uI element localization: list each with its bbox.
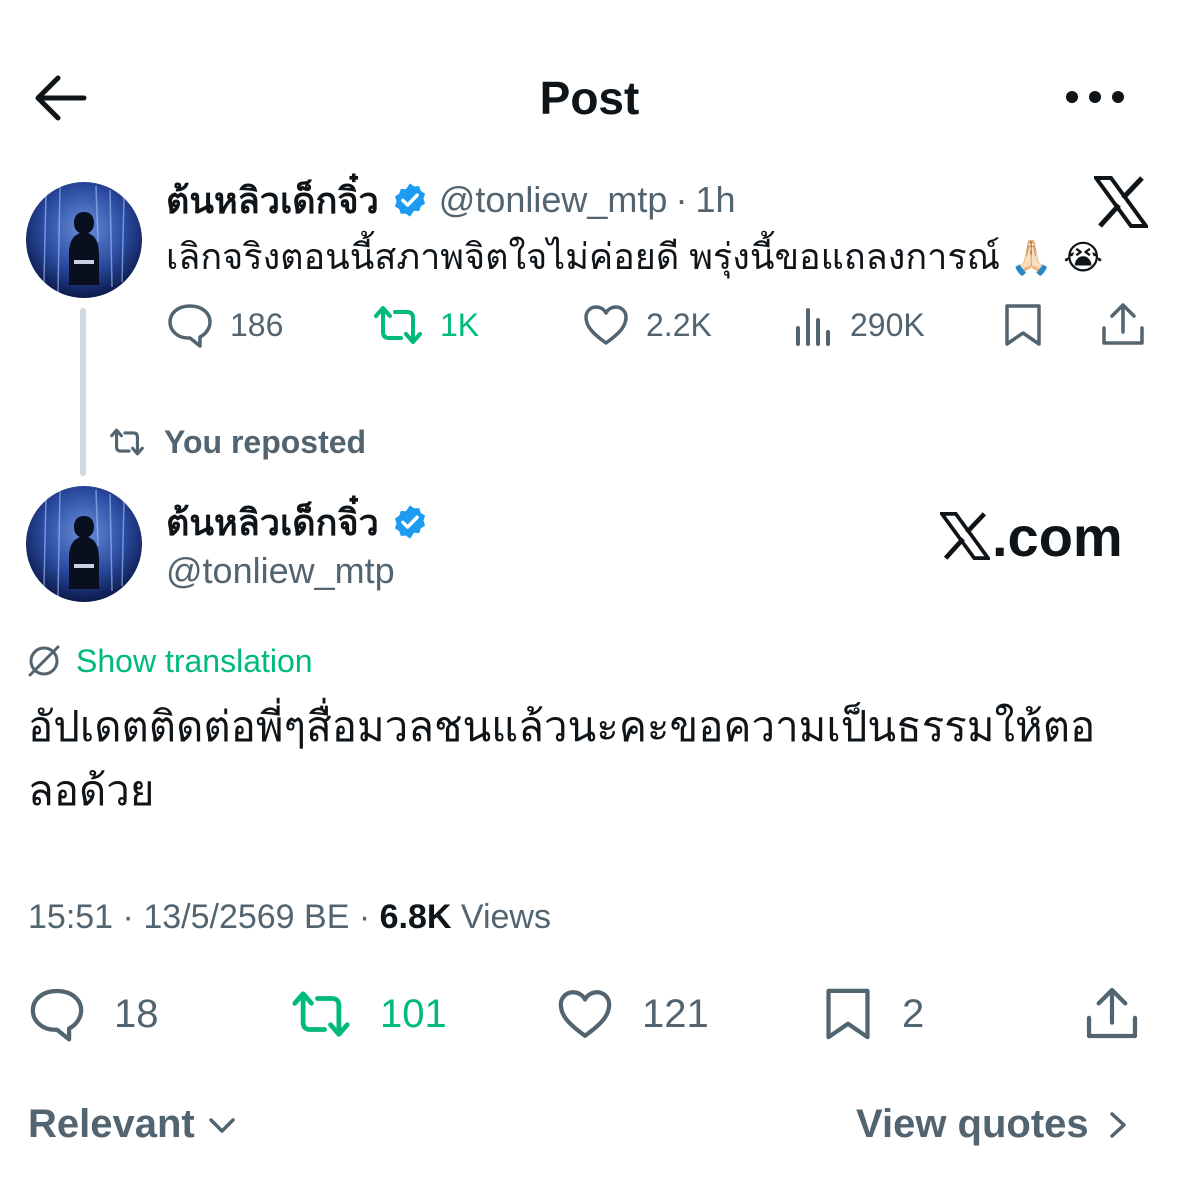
watermark-text: .com [992, 504, 1123, 568]
x-logo-icon [940, 512, 990, 560]
post-text-content: เลิกจริงตอนนี้สภาพจิตใจไม่ค่อยดี พรุ่งนี… [166, 236, 1001, 277]
timestamp[interactable]: 1h [695, 179, 735, 221]
views-icon [796, 308, 830, 346]
thread-line [80, 308, 86, 476]
repost-count: 101 [380, 991, 447, 1036]
share-icon [1102, 303, 1144, 345]
chevron-right-icon [1109, 1111, 1126, 1138]
repost-context: You reposted [108, 420, 366, 464]
repost-icon [374, 306, 422, 344]
reply-icon [30, 988, 84, 1042]
repost-icon [110, 428, 144, 456]
reply-count: 18 [114, 991, 159, 1036]
separator: · [675, 179, 688, 220]
display-name[interactable]: ต้นหลิวเด็กจิ๋ว [166, 172, 379, 229]
display-name[interactable]: ต้นหลิวเด็กจิ๋ว [166, 494, 379, 551]
show-translation-link[interactable]: Show translation [26, 638, 313, 684]
like-count: 2.2K [646, 306, 712, 343]
more-options-button[interactable] [1062, 80, 1128, 114]
verified-badge-icon [394, 183, 425, 217]
share-button[interactable] [1100, 300, 1146, 348]
post-text: เลิกจริงตอนนี้สภาพจิตใจไม่ค่อยดี พรุ่งนี… [166, 228, 1103, 287]
x-com-watermark: .com [940, 504, 1123, 568]
post-body: อัปเดตติดต่อพี่ๆสื่อมวลชนแล้วนะคะขอความเ… [28, 703, 1096, 814]
page-title: Post [539, 72, 640, 124]
reply-count: 186 [230, 306, 284, 343]
reply-icon [168, 304, 212, 348]
like-count: 121 [642, 991, 709, 1036]
view-quotes-label: View quotes [856, 1102, 1089, 1146]
repost-count: 1K [440, 306, 480, 343]
repost-button[interactable]: 1K [372, 302, 479, 348]
post-author-row: ต้นหลิวเด็กจิ๋ว @tonliew_mtp · 1h [166, 172, 735, 228]
post-date[interactable]: 13/5/2569 BE [143, 898, 349, 936]
share-icon [1086, 987, 1138, 1039]
bookmark-button[interactable]: 2 [822, 986, 924, 1042]
repost-label: You reposted [164, 423, 367, 460]
bookmark-count: 2 [902, 991, 925, 1036]
bookmark-icon [826, 988, 870, 1040]
heart-icon [558, 990, 612, 1038]
views-count: 6.8K [379, 898, 452, 936]
more-icon [1066, 91, 1124, 103]
heart-icon [584, 305, 628, 345]
emoji: 🙏🏻 😭 [1010, 238, 1103, 278]
like-button[interactable]: 2.2K [582, 302, 712, 348]
repost-button[interactable]: 101 [290, 986, 447, 1042]
avatar[interactable] [26, 486, 142, 602]
post-time[interactable]: 15:51 [28, 898, 113, 936]
display-name-row: ต้นหลิวเด็กจิ๋ว [166, 494, 439, 550]
bookmark-icon [1005, 304, 1041, 346]
reply-button[interactable]: 186 [166, 302, 283, 348]
translate-icon [28, 645, 60, 677]
post-meta: 15:51 · 13/5/2569 BE · 6.8K Views [28, 898, 551, 936]
share-button[interactable] [1084, 984, 1140, 1042]
handle[interactable]: @tonliew_mtp [166, 546, 395, 596]
sort-label: Relevant [28, 1102, 195, 1146]
views-label: Views [460, 898, 551, 936]
views-count: 290K [850, 306, 925, 343]
view-quotes-link[interactable]: View quotes [856, 1102, 1133, 1147]
handle[interactable]: @tonliew_mtp [439, 179, 668, 221]
repost-icon [292, 991, 350, 1037]
verified-badge-icon [394, 505, 425, 539]
x-logo-icon [1094, 176, 1148, 228]
sort-dropdown[interactable]: Relevant [28, 1102, 239, 1147]
bookmark-button[interactable] [1002, 302, 1044, 348]
show-translation-label: Show translation [76, 642, 313, 679]
reply-button[interactable]: 18 [28, 986, 159, 1042]
like-button[interactable]: 121 [556, 986, 709, 1042]
chevron-down-icon [209, 1117, 235, 1133]
views-button[interactable]: 290K [794, 302, 925, 348]
avatar[interactable] [26, 182, 142, 298]
